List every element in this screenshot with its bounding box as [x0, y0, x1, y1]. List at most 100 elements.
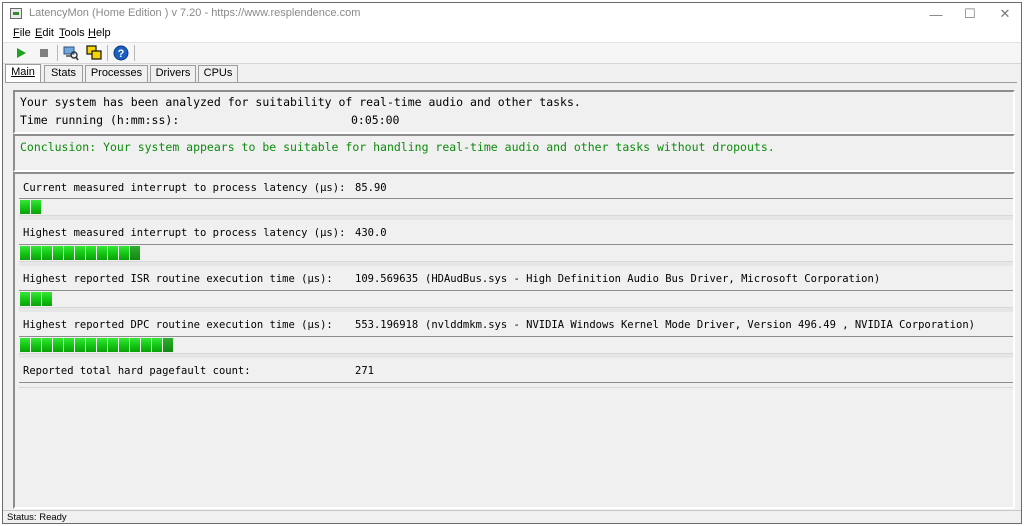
stop-icon	[40, 49, 48, 57]
latencymon-window: LatencyMon (Home Edition ) v 7.20 - http…	[2, 2, 1022, 524]
menu-edit-label: dit	[42, 27, 54, 39]
main-tab-content: Your system has been analyzed for suitab…	[6, 82, 1017, 510]
analysis-summary: Your system has been analyzed for suitab…	[20, 95, 581, 109]
bar-segment	[130, 246, 140, 260]
time-running-value: 0:05:00	[351, 113, 400, 127]
menu-tools[interactable]: Tools	[59, 27, 85, 39]
bar-divider	[19, 262, 1013, 266]
start-button[interactable]	[12, 45, 30, 61]
bar-segment	[31, 292, 41, 306]
tab-processes[interactable]: Processes	[85, 65, 148, 82]
bar-segment	[31, 338, 41, 352]
menu-tools-label: ools	[64, 27, 85, 39]
bar-segment	[97, 246, 107, 260]
menu-help-label: elp	[95, 27, 111, 39]
bar-segment	[53, 246, 63, 260]
bar-segment	[53, 338, 63, 352]
windows-icon	[86, 45, 102, 60]
bar-divider	[19, 308, 1013, 312]
menu-bar: File Edit Tools Help	[3, 25, 1021, 42]
tab-drivers[interactable]: Drivers	[150, 65, 196, 82]
bar-segment	[64, 246, 74, 260]
menu-help[interactable]: Help	[88, 27, 111, 39]
dpc-time-label: Highest reported DPC routine execution t…	[23, 319, 333, 331]
bar-segment	[86, 338, 96, 352]
bar-segment	[20, 292, 30, 306]
analysis-info-panel: Your system has been analyzed for suitab…	[13, 90, 1015, 134]
bar-segment	[64, 338, 74, 352]
bar-divider	[19, 354, 1013, 358]
pagefault-count-label: Reported total hard pagefault count:	[23, 365, 251, 377]
bar-segment	[152, 338, 162, 352]
bar-segment	[42, 246, 52, 260]
toolbar-separator	[57, 45, 58, 61]
stop-button[interactable]	[35, 45, 53, 61]
tab-cpus[interactable]: CPUs	[198, 65, 238, 82]
tab-main-label: Main	[11, 66, 35, 78]
tab-stats-label: Stats	[50, 67, 77, 79]
window-title: LatencyMon (Home Edition ) v 7.20 - http…	[29, 7, 361, 19]
tab-drivers-label: Drivers	[155, 67, 191, 79]
menu-edit[interactable]: Edit	[35, 27, 54, 39]
app-icon	[10, 8, 22, 19]
isr-time-bar	[19, 290, 1013, 308]
bar-segment	[163, 338, 173, 352]
current-latency-label: Current measured interrupt to process la…	[23, 182, 346, 194]
bar-segment	[119, 338, 129, 352]
title-bar[interactable]: LatencyMon (Home Edition ) v 7.20 - http…	[3, 3, 1021, 25]
bar-segment	[141, 338, 151, 352]
bar-segment	[86, 246, 96, 260]
current-latency-bar-fill	[20, 200, 42, 214]
tab-main[interactable]: Main	[5, 64, 41, 83]
bar-segment	[20, 200, 30, 214]
maximize-button[interactable]: ☐	[953, 3, 987, 25]
bar-segment	[31, 200, 41, 214]
tab-cpus-label: CPUs	[203, 67, 233, 79]
current-latency-bar	[19, 198, 1013, 216]
bar-segment	[119, 246, 129, 260]
highest-latency-label: Highest measured interrupt to process la…	[23, 227, 346, 239]
help-button[interactable]: ?	[112, 45, 130, 61]
help-icon: ?	[113, 45, 129, 61]
tab-strip: Main Stats Processes Drivers CPUs	[3, 64, 1021, 83]
windows-button[interactable]	[85, 45, 103, 61]
isr-time-bar-fill	[20, 292, 53, 306]
toolbar: ?	[3, 42, 1021, 64]
dpc-time-bar-fill	[20, 338, 174, 352]
play-icon	[17, 48, 26, 58]
isr-time-value: 109.569635	[355, 273, 419, 285]
bar-segment	[20, 338, 30, 352]
bar-segment	[108, 246, 118, 260]
highest-latency-value: 430.0	[355, 227, 387, 239]
bar-segment	[75, 246, 85, 260]
dpc-time-bar	[19, 336, 1013, 354]
tab-processes-label: Processes	[90, 67, 143, 79]
toolbar-separator	[107, 45, 108, 61]
current-latency-value: 85.90	[355, 182, 387, 194]
conclusion-panel: Conclusion: Your system appears to be su…	[13, 134, 1015, 172]
pagefault-count-value: 271	[355, 365, 374, 377]
bar-segment	[20, 246, 30, 260]
dpc-time-value: 553.196918	[355, 319, 419, 331]
close-icon: ✕	[999, 6, 1011, 21]
maximize-icon: ☐	[964, 6, 976, 21]
highest-latency-bar-fill	[20, 246, 141, 260]
computer-search-button[interactable]	[62, 45, 80, 61]
menu-help-mnemonic: H	[88, 27, 96, 39]
status-bar: Status: Ready	[3, 510, 1021, 523]
tab-stats[interactable]: Stats	[44, 65, 83, 82]
bar-segment	[31, 246, 41, 260]
bar-divider	[19, 216, 1013, 220]
isr-time-driver: (HDAudBus.sys - High Definition Audio Bu…	[425, 273, 881, 285]
pagefault-divider	[19, 382, 1013, 388]
isr-time-label: Highest reported ISR routine execution t…	[23, 273, 333, 285]
conclusion-text: Conclusion: Your system appears to be su…	[20, 140, 775, 154]
toolbar-separator	[134, 45, 135, 61]
menu-file[interactable]: File	[13, 27, 31, 39]
bar-segment	[130, 338, 140, 352]
minimize-button[interactable]: —	[919, 3, 953, 25]
computer-search-icon	[63, 46, 79, 61]
bar-segment	[75, 338, 85, 352]
close-button[interactable]: ✕	[988, 3, 1021, 25]
highest-latency-bar	[19, 244, 1013, 262]
